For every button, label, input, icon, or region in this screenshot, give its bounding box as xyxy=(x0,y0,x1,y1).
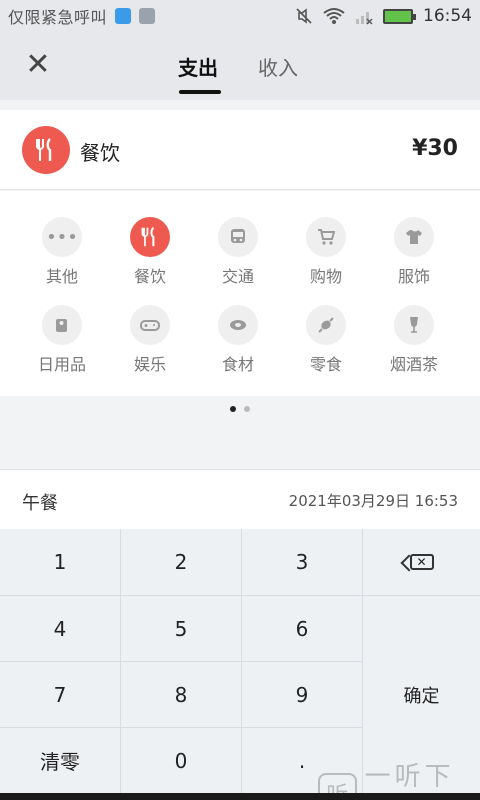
date-picker[interactable]: 2021年03月29日 16:53 xyxy=(289,490,458,511)
status-bar: 仅限紧急呼叫 16:54 xyxy=(0,0,480,32)
category-label: 娱乐 xyxy=(133,355,166,374)
category-label: 食材 xyxy=(221,355,254,374)
category-label: 零食 xyxy=(309,355,342,374)
amount-display: ¥30 xyxy=(412,136,458,161)
tab-expense[interactable]: 支出 xyxy=(178,52,218,81)
more-icon: ••• xyxy=(42,217,82,257)
mute-icon xyxy=(296,8,312,24)
key-1[interactable]: 1 xyxy=(0,529,121,596)
key-7[interactable]: 7 xyxy=(0,662,121,728)
usb-icon xyxy=(115,8,132,24)
category-label: 其他 xyxy=(45,267,78,286)
fork-knife-icon xyxy=(22,126,70,174)
gamepad-icon xyxy=(130,305,170,345)
key-8[interactable]: 8 xyxy=(121,662,242,728)
bus-icon xyxy=(218,217,258,257)
header: ✕ 支出 收入 xyxy=(0,32,480,100)
category-label: 服饰 xyxy=(397,267,430,286)
no-signal-icon xyxy=(356,12,373,25)
key-5[interactable]: 5 xyxy=(121,596,242,662)
clock: 16:54 xyxy=(423,6,472,26)
system-nav-bar xyxy=(0,793,480,800)
tissue-roll-icon xyxy=(42,305,82,345)
page-dot[interactable] xyxy=(244,406,250,412)
category-daily-goods[interactable]: 日用品 xyxy=(22,305,102,375)
category-ingredients[interactable]: 食材 xyxy=(198,305,278,375)
page-indicator xyxy=(0,406,480,412)
clear-button[interactable]: 清零 xyxy=(0,728,121,793)
wine-glass-icon xyxy=(394,305,434,345)
note-field[interactable]: 午餐 xyxy=(22,489,58,515)
category-snacks[interactable]: 零食 xyxy=(286,305,366,375)
fork-knife-icon xyxy=(130,217,170,257)
selected-category-name: 餐饮 xyxy=(80,141,120,165)
cart-icon xyxy=(306,217,346,257)
image-notification-icon xyxy=(139,8,156,24)
selected-category-row: 餐饮 ¥30 xyxy=(0,110,480,190)
note-date-bar: 午餐 2021年03月29日 16:53 xyxy=(0,469,480,529)
category-label: 餐饮 xyxy=(133,267,166,286)
category-label: 交通 xyxy=(221,267,254,286)
carrier-text: 仅限紧急呼叫 xyxy=(8,8,108,27)
backspace-button[interactable]: ✕ xyxy=(363,529,480,596)
key-2[interactable]: 2 xyxy=(121,529,242,596)
backspace-icon: ✕ xyxy=(409,554,434,570)
wifi-icon xyxy=(323,8,345,24)
shirt-icon xyxy=(394,217,434,257)
key-0[interactable]: 0 xyxy=(121,728,242,793)
category-label: 日用品 xyxy=(37,355,86,374)
key-9[interactable]: 9 xyxy=(242,662,363,728)
category-label: 购物 xyxy=(309,267,342,286)
key-4[interactable]: 4 xyxy=(0,596,121,662)
number-keypad: 1 2 3 ✕ 4 5 6 7 8 9 清零 0 . 确定 xyxy=(0,529,480,793)
tab-income[interactable]: 收入 xyxy=(258,52,298,81)
page-dot-active[interactable] xyxy=(230,406,236,412)
category-label: 烟酒茶 xyxy=(389,355,438,374)
meat-icon xyxy=(218,305,258,345)
category-tobacco-alcohol-tea[interactable]: 烟酒茶 xyxy=(374,305,454,375)
key-3[interactable]: 3 xyxy=(242,529,363,596)
category-transport[interactable]: 交通 xyxy=(198,217,278,287)
category-clothing[interactable]: 服饰 xyxy=(374,217,454,287)
battery-charging-icon xyxy=(383,8,416,24)
candy-icon xyxy=(306,305,346,345)
category-entertainment[interactable]: 娱乐 xyxy=(110,305,190,375)
active-tab-indicator xyxy=(179,90,221,94)
key-6[interactable]: 6 xyxy=(242,596,363,662)
category-dining[interactable]: 餐饮 xyxy=(110,217,190,287)
category-grid: ••• 其他 餐饮 交通 购物 服饰 日用品 娱乐 食材 零食 烟酒茶 xyxy=(0,191,480,396)
category-other[interactable]: ••• 其他 xyxy=(22,217,102,287)
category-shopping[interactable]: 购物 xyxy=(286,217,366,287)
close-icon[interactable]: ✕ xyxy=(22,50,54,82)
